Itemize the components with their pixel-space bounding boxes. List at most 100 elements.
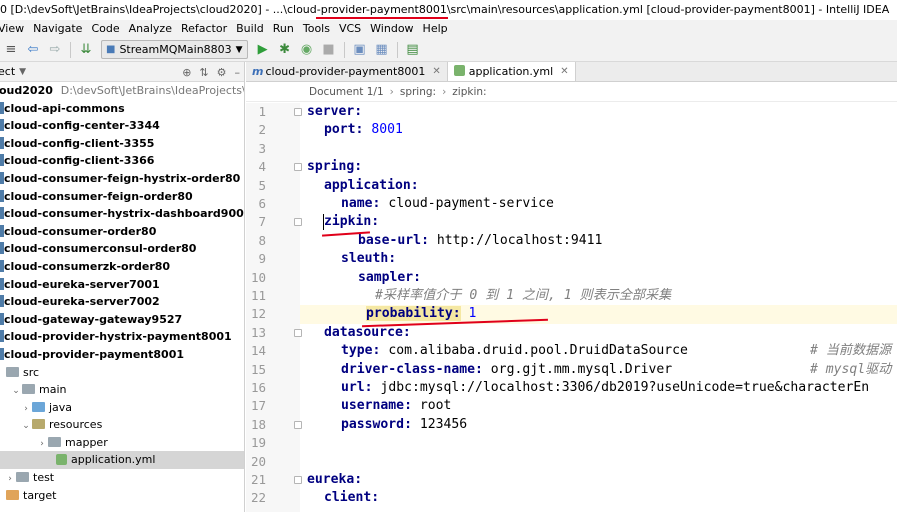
line-number: 2 — [258, 122, 266, 138]
tree-item-module[interactable]: cloud-api-commons — [0, 100, 244, 118]
project-root[interactable]: oud2020 D:\devSoft\JetBrains\IdeaProject… — [0, 82, 244, 100]
line-number: 1 — [258, 104, 266, 119]
tree-item-module[interactable]: cloud-config-center-3344 — [0, 117, 244, 135]
module-icon — [0, 189, 4, 202]
collapse-all-icon[interactable]: ⇅ — [199, 66, 208, 79]
module-icon — [0, 136, 4, 149]
code-line: url: jdbc:mysql://localhost:3306/db2019?… — [341, 380, 870, 395]
code-line: server: — [307, 104, 363, 119]
folder-icon — [22, 384, 35, 395]
menu-refactor[interactable]: Refactor — [177, 20, 232, 38]
menu-window[interactable]: Window — [366, 20, 418, 38]
build-project-icon[interactable]: ⇊ — [75, 39, 97, 61]
folder-icon — [6, 366, 19, 377]
tab-label: cloud-provider-payment8001 — [265, 64, 426, 78]
editor-tab-bar: m cloud-provider-payment8001 ✕ applicati… — [246, 62, 897, 82]
breadcrumb-item[interactable]: zipkin: — [452, 86, 486, 98]
locate-icon[interactable]: ⊕ — [182, 66, 191, 79]
breadcrumb-separator: › — [442, 85, 447, 98]
tree-item-target[interactable]: target — [0, 487, 244, 505]
menu-view[interactable]: View — [0, 20, 29, 38]
tree-item-module[interactable]: cloud-provider-hystrix-payment8001 — [0, 328, 244, 346]
editor-gutter: 1 2 3 4 5 6 7 8 9 10 11 12 13 14 15 16 1… — [246, 103, 302, 512]
menu-build[interactable]: Build — [232, 20, 269, 38]
hide-icon[interactable]: – — [235, 66, 241, 79]
tree-item-main[interactable]: ⌄ main — [0, 381, 244, 399]
line-number: 14 — [250, 343, 266, 359]
folder-icon — [32, 419, 45, 430]
tree-item-java[interactable]: › java — [0, 399, 244, 417]
menu-help[interactable]: Help — [419, 20, 453, 38]
module-icon — [0, 295, 4, 308]
menu-navigate[interactable]: Navigate — [29, 20, 87, 38]
yml-file-icon — [56, 453, 67, 465]
line-number: 7 — [258, 214, 266, 230]
chevron-down-icon[interactable]: ▼ — [19, 67, 26, 77]
coverage-icon[interactable]: ◉ — [296, 39, 318, 61]
tree-item-module[interactable]: cloud-consumer-order80 — [0, 223, 244, 241]
breadcrumb-item[interactable]: Document 1/1 — [309, 86, 384, 98]
code-editor[interactable]: server: port: 8001 spring: application: … — [300, 103, 897, 512]
tree-item-resources[interactable]: ⌄ resources — [0, 416, 244, 434]
sdk-icon[interactable]: ▣ — [349, 39, 371, 61]
close-icon[interactable]: ✕ — [560, 66, 568, 77]
tree-item-test[interactable]: › test — [0, 469, 244, 487]
project-panel-actions: ⊕ ⇅ ⚙ – — [182, 62, 240, 82]
tree-item-module[interactable]: cloud-eureka-server7001 — [0, 276, 244, 294]
line-number: 19 — [250, 435, 266, 451]
module-icon — [0, 171, 4, 184]
tree-item-module[interactable]: cloud-gateway-gateway9527 — [0, 311, 244, 329]
structure-icon[interactable]: ▦ — [371, 39, 393, 61]
code-line: spring: — [307, 159, 363, 175]
close-icon[interactable]: ✕ — [432, 66, 440, 77]
breadcrumb-item[interactable]: spring: — [400, 86, 436, 98]
tree-item-module[interactable]: cloud-consumer-feign-hystrix-order80 — [0, 170, 244, 188]
tree-item-module[interactable]: cloud-consumerconsul-order80 — [0, 240, 244, 258]
back-arrow-icon[interactable]: ⇦ — [22, 39, 44, 61]
chevron-down-icon: ▼ — [235, 44, 243, 55]
deploy-icon[interactable]: ▤ — [402, 39, 424, 61]
code-line-comment: # 当前数据源 — [810, 343, 892, 359]
menu-analyze[interactable]: Analyze — [125, 20, 177, 38]
tree-item-application-yml[interactable]: application.yml — [0, 451, 244, 470]
menu-code[interactable]: Code — [87, 20, 124, 38]
line-number: 18 — [250, 416, 266, 432]
debug-icon[interactable]: ✱ — [274, 39, 296, 61]
tab-application-yml[interactable]: application.yml ✕ — [447, 62, 576, 81]
tree-item-mapper[interactable]: › mapper — [0, 434, 244, 452]
breadcrumb-separator: › — [389, 85, 394, 98]
tree-item-module[interactable]: cloud-consumer-feign-order80 — [0, 188, 244, 206]
text-cursor — [323, 214, 324, 230]
tab-pom[interactable]: m cloud-provider-payment8001 ✕ — [246, 62, 448, 81]
stop-icon[interactable]: ■ — [318, 39, 340, 61]
run-icon[interactable]: ▶ — [252, 39, 274, 61]
gear-icon[interactable]: ⚙ — [217, 66, 227, 79]
run-config-label: StreamMQMain8803 — [119, 43, 232, 56]
window-title: 0 [D:\devSoft\JetBrains\IdeaProjects\clo… — [0, 3, 890, 16]
folder-icon — [16, 472, 29, 483]
hamburger-icon[interactable]: ≡ — [0, 39, 22, 61]
tree-item-module[interactable]: cloud-consumerzk-order80 — [0, 258, 244, 276]
code-line: eureka: — [307, 472, 363, 487]
tree-item-module[interactable]: cloud-config-client-3366 — [0, 152, 244, 170]
menu-tools[interactable]: Tools — [299, 20, 335, 38]
forward-arrow-icon[interactable]: ⇨ — [44, 39, 66, 61]
code-line: username: root — [341, 398, 452, 414]
module-icon — [0, 119, 4, 132]
editor-pane: m cloud-provider-payment8001 ✕ applicati… — [246, 62, 897, 512]
run-config-icon: ■ — [106, 44, 116, 55]
module-icon — [0, 259, 4, 272]
tree-item-module[interactable]: cloud-provider-payment8001 — [0, 346, 244, 364]
tree-item-module[interactable]: cloud-eureka-server7002 — [0, 293, 244, 311]
line-number: 12 — [250, 306, 266, 322]
main-toolbar: ≡ ⇦ ⇨ ⇊ ■ StreamMQMain8803 ▼ ▶ ✱ ◉ ■ ▣ ▦… — [0, 38, 897, 62]
line-number: 17 — [250, 398, 266, 414]
menu-run[interactable]: Run — [269, 20, 299, 38]
tree-item-module[interactable]: cloud-config-client-3355 — [0, 135, 244, 153]
module-icon — [0, 330, 4, 343]
tree-item-src[interactable]: src — [0, 364, 244, 382]
tree-item-module[interactable]: cloud-consumer-hystrix-dashboard9001 — [0, 205, 244, 223]
line-number: 13 — [250, 324, 266, 340]
run-configuration-selector[interactable]: ■ StreamMQMain8803 ▼ — [101, 40, 248, 59]
menu-vcs[interactable]: VCS — [335, 20, 366, 38]
